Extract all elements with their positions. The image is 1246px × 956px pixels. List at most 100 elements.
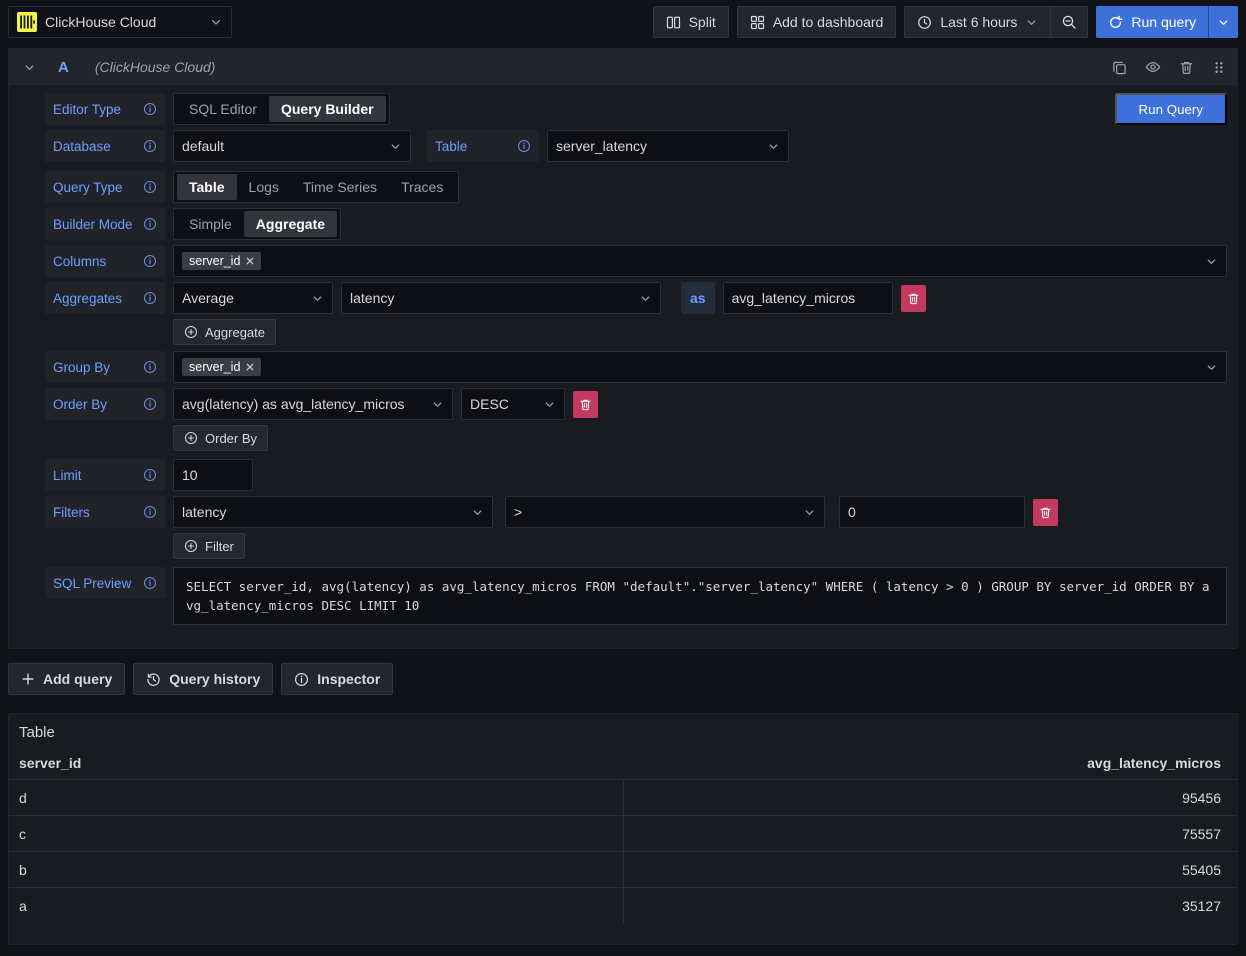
chevron-down-icon	[471, 506, 484, 519]
query-type-option-table[interactable]: Table	[177, 174, 237, 200]
aggregate-alias-input[interactable]: avg_latency_micros	[723, 282, 893, 314]
add-to-dashboard-button[interactable]: Add to dashboard	[737, 6, 897, 38]
info-icon[interactable]	[143, 180, 157, 194]
query-builder-body: Editor Type SQL Editor Query Builder Run…	[9, 85, 1237, 648]
info-icon[interactable]	[143, 468, 157, 482]
column-header-avg-latency-micros[interactable]: avg_latency_micros	[1087, 755, 1221, 771]
query-type-option-traces[interactable]: Traces	[389, 174, 455, 200]
remove-filter-button[interactable]	[1033, 499, 1058, 526]
table-row[interactable]: a 35127	[9, 887, 1237, 923]
query-editor-card: A (ClickHouse Cloud) Editor Type	[8, 48, 1238, 649]
limit-input[interactable]: 10	[173, 459, 253, 491]
columns-label: Columns	[45, 245, 165, 277]
info-icon[interactable]	[143, 505, 157, 519]
aggregate-column-select[interactable]: latency	[341, 282, 661, 314]
info-icon[interactable]	[143, 217, 157, 231]
add-order-by-button[interactable]: Order By	[173, 425, 268, 451]
filters-label: Filters	[45, 496, 165, 528]
duplicate-query-icon[interactable]	[1112, 60, 1127, 75]
add-filter-button[interactable]: Filter	[173, 533, 245, 559]
run-query-label: Run query	[1131, 14, 1196, 30]
chevron-down-icon	[767, 140, 780, 153]
clickhouse-logo-icon	[17, 12, 37, 32]
time-picker-button[interactable]: Last 6 hours	[905, 7, 1050, 37]
table-row[interactable]: d 95456	[9, 779, 1237, 815]
group-by-label: Group By	[45, 351, 165, 383]
datasource-picker[interactable]: ClickHouse Cloud	[8, 6, 232, 38]
toggle-visibility-eye-icon[interactable]	[1145, 59, 1161, 75]
info-icon[interactable]	[143, 102, 157, 116]
info-icon[interactable]	[143, 360, 157, 374]
editor-type-option-sql-editor[interactable]: SQL Editor	[177, 96, 269, 122]
info-icon[interactable]	[143, 139, 157, 153]
order-by-field-select[interactable]: avg(latency) as avg_latency_micros	[173, 388, 453, 420]
delete-query-trash-icon[interactable]	[1179, 60, 1194, 75]
chevron-down-icon	[311, 292, 324, 305]
chevron-down-icon	[803, 506, 816, 519]
run-query-options-button[interactable]	[1208, 6, 1238, 38]
aggregate-function-select[interactable]: Average	[173, 282, 333, 314]
trash-icon	[1039, 506, 1052, 519]
remove-aggregate-button[interactable]	[901, 285, 926, 312]
column-tag: server_id	[182, 252, 261, 270]
table-select[interactable]: server_latency	[547, 130, 789, 162]
query-ref-id: A	[58, 59, 69, 76]
collapse-chevron-icon[interactable]	[23, 61, 36, 74]
panel-title: Table	[9, 714, 1237, 747]
query-editor-header[interactable]: A (ClickHouse Cloud)	[9, 49, 1237, 85]
order-by-label: Order By	[45, 388, 165, 420]
info-icon[interactable]	[143, 291, 157, 305]
sql-preview-text: SELECT server_id, avg(latency) as avg_la…	[173, 567, 1227, 625]
cell-avg-latency: 95456	[623, 780, 1237, 815]
editor-run-query-button[interactable]: Run Query	[1115, 93, 1227, 125]
info-icon[interactable]	[143, 576, 157, 590]
remove-tag-icon[interactable]	[246, 257, 254, 265]
query-history-button[interactable]: Query history	[133, 663, 273, 695]
cell-avg-latency: 35127	[623, 888, 1237, 923]
history-icon	[146, 672, 161, 687]
table-results-panel: Table server_id avg_latency_micros d 954…	[8, 713, 1238, 945]
info-icon[interactable]	[143, 397, 157, 411]
info-icon[interactable]	[517, 139, 531, 153]
query-type-radio-group: Table Logs Time Series Traces	[173, 171, 459, 203]
add-aggregate-button[interactable]: Aggregate	[173, 319, 276, 345]
column-header-server-id[interactable]: server_id	[19, 755, 81, 771]
add-query-button[interactable]: Add query	[8, 663, 125, 695]
editor-type-radio-group: SQL Editor Query Builder	[173, 93, 390, 125]
chevron-down-icon	[1217, 16, 1230, 29]
query-datasource-hint: (ClickHouse Cloud)	[95, 59, 216, 75]
builder-mode-option-aggregate[interactable]: Aggregate	[244, 211, 337, 237]
table-row[interactable]: c 75557	[9, 815, 1237, 851]
builder-mode-option-simple[interactable]: Simple	[177, 211, 244, 237]
cell-avg-latency: 75557	[623, 816, 1237, 851]
filter-operator-select[interactable]: >	[505, 496, 825, 528]
inspector-button[interactable]: Inspector	[281, 663, 393, 695]
run-query-button[interactable]: Run query	[1096, 6, 1208, 38]
split-pane-icon	[666, 15, 681, 30]
order-by-direction-select[interactable]: DESC	[461, 388, 565, 420]
group-by-multiselect[interactable]: server_id	[173, 351, 1227, 383]
zoom-out-icon	[1061, 14, 1077, 30]
drag-handle-grip-icon[interactable]	[1212, 60, 1225, 75]
toolbar-actions: Split Add to dashboard Last 6 hours	[653, 6, 1238, 38]
remove-order-by-button[interactable]	[573, 391, 598, 418]
filter-value-input[interactable]: 0	[839, 496, 1025, 528]
builder-mode-label: Builder Mode	[45, 208, 165, 240]
split-button[interactable]: Split	[653, 6, 729, 38]
trash-icon	[579, 398, 592, 411]
remove-tag-icon[interactable]	[246, 363, 254, 371]
add-to-dashboard-label: Add to dashboard	[773, 14, 884, 30]
zoom-out-time-button[interactable]	[1050, 7, 1087, 37]
database-select[interactable]: default	[173, 130, 411, 162]
cell-server-id: d	[9, 780, 623, 815]
query-type-option-time-series[interactable]: Time Series	[291, 174, 389, 200]
filter-column-select[interactable]: latency	[173, 496, 493, 528]
datasource-picker-value: ClickHouse Cloud	[45, 14, 201, 30]
chevron-down-icon	[543, 398, 556, 411]
table-row[interactable]: b 55405	[9, 851, 1237, 887]
info-icon[interactable]	[143, 254, 157, 268]
editor-type-option-query-builder[interactable]: Query Builder	[269, 96, 386, 122]
query-type-option-logs[interactable]: Logs	[237, 174, 291, 200]
split-button-label: Split	[689, 14, 716, 30]
columns-multiselect[interactable]: server_id	[173, 245, 1227, 277]
